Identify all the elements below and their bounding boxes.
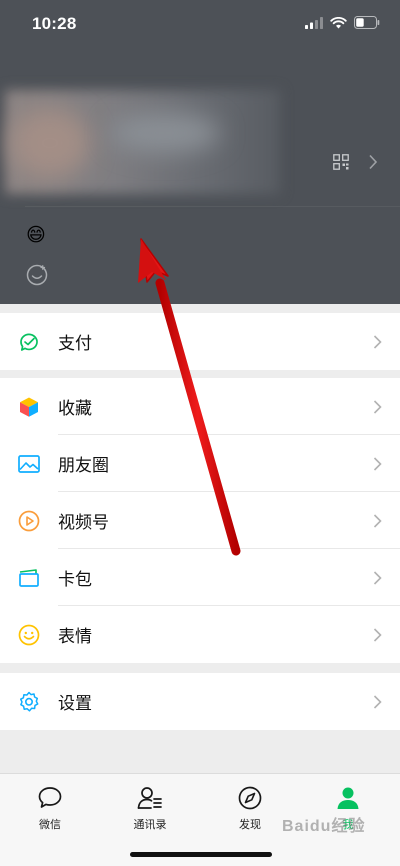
menu-item-favorites[interactable]: 收藏: [0, 378, 400, 435]
menu-label-favorites: 收藏: [58, 399, 92, 418]
menu-label-settings: 设置: [58, 694, 92, 713]
blurred-avatar: [10, 108, 90, 178]
menu-item-settings[interactable]: 设置: [0, 673, 400, 730]
menu-label-stickers: 表情: [58, 627, 92, 646]
chevron-right-icon: [373, 570, 382, 585]
add-status-smiley-icon[interactable]: [26, 264, 48, 286]
pay-group: 支付: [0, 313, 400, 370]
menu-item-pay[interactable]: 支付: [0, 313, 400, 370]
chevron-right-icon: [373, 513, 382, 528]
menu-label-channels: 视频号: [58, 513, 109, 532]
menu-label-moments: 朋友圈: [58, 456, 109, 475]
profile-card[interactable]: [0, 88, 400, 194]
chevron-right-icon: [373, 627, 382, 642]
menu-item-moments[interactable]: 朋友圈: [0, 435, 400, 492]
tab-label-discover: 发现: [239, 819, 261, 831]
chevron-right-icon: [373, 694, 382, 709]
status-emoji[interactable]: 😄: [26, 226, 46, 245]
card-wallet-icon: [17, 566, 41, 590]
menu-item-stickers[interactable]: 表情: [0, 606, 400, 663]
channels-play-icon: [17, 509, 41, 533]
menu-label-pay: 支付: [58, 334, 92, 353]
profile-header: 10:28 😄: [0, 0, 400, 304]
contacts-person-icon: [137, 787, 162, 809]
favorites-cube-icon: [17, 395, 41, 419]
home-indicator: [130, 852, 272, 857]
chevron-right-icon: [373, 399, 382, 414]
tab-chats[interactable]: 微信: [10, 784, 90, 832]
moments-image-icon: [17, 452, 41, 476]
settings-group: 设置: [0, 673, 400, 730]
sticker-smiley-icon: [17, 623, 41, 647]
tab-discover[interactable]: 发现: [210, 784, 290, 832]
settings-gear-icon: [17, 690, 41, 714]
me-person-icon: [337, 787, 359, 809]
status-bar: 10:28: [0, 0, 400, 50]
tab-contacts[interactable]: 通讯录: [110, 784, 190, 832]
watermark: Baidu经验: [282, 818, 366, 835]
tab-label-chats: 微信: [39, 819, 61, 831]
menu-item-cards[interactable]: 卡包: [0, 549, 400, 606]
pay-icon: [17, 330, 41, 354]
menu-item-channels[interactable]: 视频号: [0, 492, 400, 549]
wifi-icon: [330, 16, 347, 28]
divider: [25, 206, 400, 207]
chevron-right-icon: [373, 456, 382, 471]
blurred-name: [110, 113, 220, 153]
compass-icon: [238, 786, 262, 810]
chat-bubble-icon: [38, 787, 62, 808]
chevron-right-icon: [369, 154, 378, 170]
menu-label-cards: 卡包: [58, 570, 92, 589]
services-group: 收藏 朋友圈 视频号 卡包 表情: [0, 378, 400, 663]
chevron-right-icon: [373, 334, 382, 349]
cellular-signal-icon: [305, 16, 323, 29]
tab-label-contacts: 通讯录: [133, 819, 167, 831]
status-time: 10:28: [32, 14, 77, 33]
qr-code-icon[interactable]: [333, 154, 349, 170]
battery-icon: [354, 16, 380, 29]
status-icons: [305, 16, 380, 29]
